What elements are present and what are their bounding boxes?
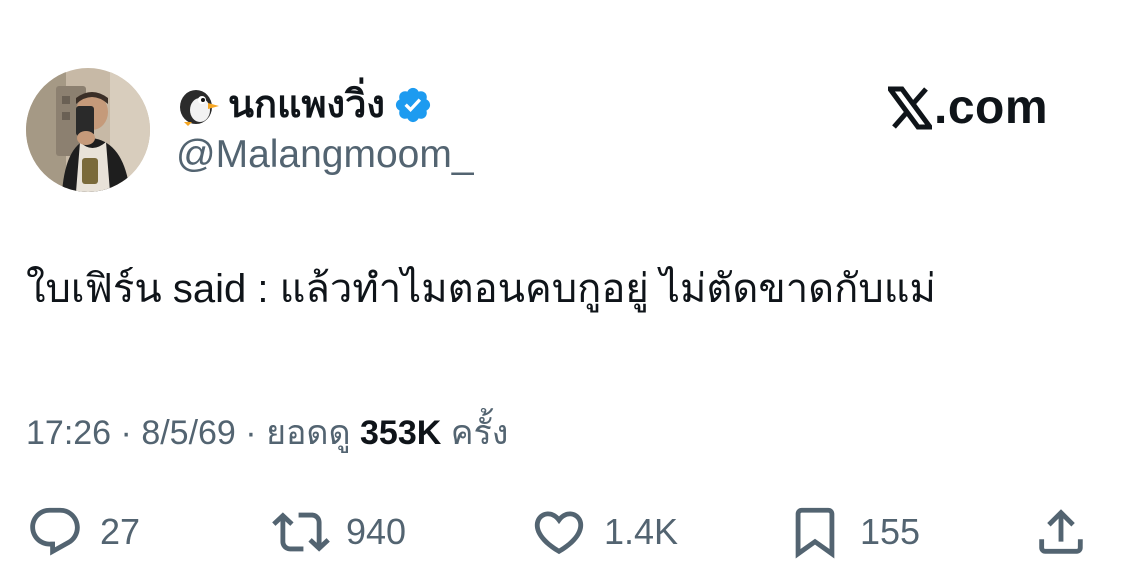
verified-badge-icon — [395, 87, 431, 123]
bookmark-button[interactable]: 155 — [786, 500, 920, 564]
views-count: 353K — [360, 414, 442, 452]
author-name-row[interactable]: นกแพงวิ่ง — [176, 80, 433, 130]
tweet-date[interactable]: 8/5/69 — [141, 414, 236, 452]
heart-icon — [534, 511, 584, 555]
views-prefix: ยอดดู — [266, 414, 361, 452]
penguin-emoji-icon — [180, 90, 219, 126]
share-icon — [1039, 509, 1083, 554]
x-logo-icon — [888, 86, 932, 130]
brand-text: .com — [934, 81, 1049, 134]
avatar[interactable] — [26, 68, 150, 192]
like-button[interactable]: 1.4K — [530, 500, 678, 564]
meta-separator: · — [111, 414, 142, 452]
views-suffix: ครั้ง — [441, 414, 509, 452]
repost-icon — [272, 512, 330, 552]
bookmark-count: 155 — [860, 511, 921, 552]
meta-separator: · — [235, 414, 267, 452]
author-display-name[interactable]: นกแพงวิ่ง — [228, 81, 385, 129]
repost-button[interactable]: 940 — [272, 500, 406, 564]
reply-icon — [30, 507, 80, 556]
like-count: 1.4K — [604, 511, 679, 552]
repost-count: 940 — [346, 511, 407, 552]
bookmark-icon — [795, 507, 835, 559]
tweet-time[interactable]: 17:26 — [26, 414, 111, 452]
reply-button[interactable]: 27 — [26, 500, 140, 564]
avatar-photo — [26, 68, 150, 192]
brand-watermark: .com — [888, 80, 1048, 136]
tweet-text: ใบเฟิร์น said : แล้วทำไมตอนคบกูอยู่ ไม่ต… — [26, 267, 936, 311]
reply-count: 27 — [100, 511, 141, 552]
action-bar: 27 940 1.4K 155 — [0, 500, 1125, 564]
tweet-meta: 17:26 · 8/5/69 · ยอดดู 353K ครั้ง — [26, 408, 508, 458]
author-handle[interactable]: @Malangmoom_ — [176, 131, 474, 179]
share-button[interactable] — [1032, 500, 1090, 564]
